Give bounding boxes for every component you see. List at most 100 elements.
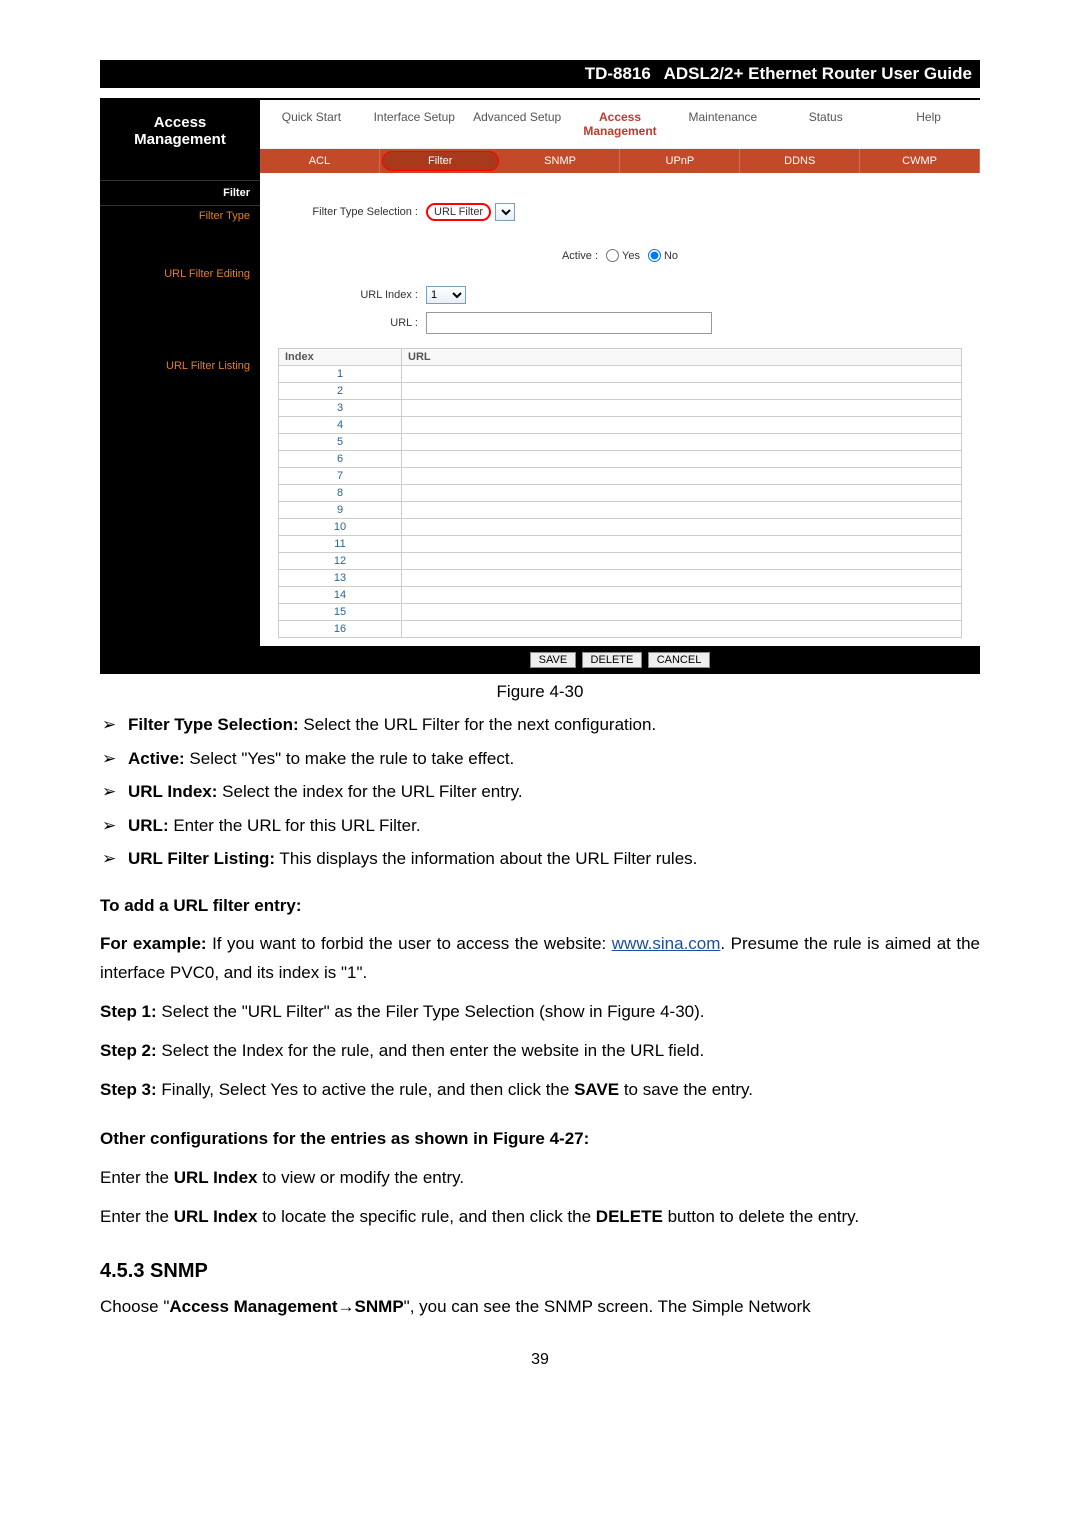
- table-cell-index: 13: [279, 570, 402, 587]
- bullet-item: URL Index: Select the index for the URL …: [128, 779, 980, 805]
- table-row: 14: [279, 587, 962, 604]
- step-1: Step 1: Select the "URL Filter" as the F…: [100, 998, 980, 1027]
- table-cell-url: [402, 434, 962, 451]
- table-cell-index: 12: [279, 553, 402, 570]
- top-nav-primary: Quick Start Interface Setup Advanced Set…: [260, 100, 980, 149]
- top-nav-secondary: ACL Filter SNMP UPnP DDNS CWMP: [260, 149, 980, 173]
- nav-interface-setup[interactable]: Interface Setup: [363, 100, 466, 148]
- table-cell-url: [402, 502, 962, 519]
- figure-caption: Figure 4-30: [100, 682, 980, 702]
- table-row: 11: [279, 536, 962, 553]
- save-button[interactable]: SAVE: [530, 652, 577, 668]
- active-no-text: No: [664, 250, 678, 262]
- filter-type-select[interactable]: [495, 203, 515, 221]
- url-index-label: URL Index :: [278, 289, 426, 301]
- table-cell-index: 5: [279, 434, 402, 451]
- table-cell-url: [402, 417, 962, 434]
- table-row: 12: [279, 553, 962, 570]
- table-row: 8: [279, 485, 962, 502]
- table-cell-url: [402, 570, 962, 587]
- sidebar-title: Access Management: [100, 100, 260, 180]
- table-cell-index: 16: [279, 621, 402, 638]
- table-cell-index: 14: [279, 587, 402, 604]
- col-index: Index: [279, 349, 402, 366]
- sidebar-label-url-filter-listing: URL Filter Listing: [100, 356, 260, 378]
- sidebar-label-url-filter-editing: URL Filter Editing: [100, 264, 260, 286]
- active-yes-text: Yes: [622, 250, 640, 262]
- col-url: URL: [402, 349, 962, 366]
- table-cell-index: 3: [279, 400, 402, 417]
- table-cell-index: 7: [279, 468, 402, 485]
- nav-quick-start[interactable]: Quick Start: [260, 100, 363, 148]
- subnav-upnp[interactable]: UPnP: [620, 149, 740, 173]
- table-cell-index: 11: [279, 536, 402, 553]
- url-index-select[interactable]: 1: [426, 286, 466, 304]
- nav-maintenance[interactable]: Maintenance: [671, 100, 774, 148]
- example-link[interactable]: www.sina.com: [612, 934, 721, 953]
- cancel-button[interactable]: CANCEL: [648, 652, 711, 668]
- table-cell-index: 9: [279, 502, 402, 519]
- other-line-2: Enter the URL Index to locate the specif…: [100, 1203, 980, 1232]
- table-row: 9: [279, 502, 962, 519]
- active-label: Active :: [562, 250, 598, 262]
- table-cell-url: [402, 587, 962, 604]
- table-cell-url: [402, 519, 962, 536]
- subnav-filter[interactable]: Filter: [382, 151, 499, 171]
- sidebar-label-filter: Filter: [100, 180, 260, 206]
- filter-type-highlight: URL Filter: [426, 203, 491, 221]
- table-cell-url: [402, 604, 962, 621]
- page-number: 39: [100, 1351, 980, 1369]
- table-cell-index: 8: [279, 485, 402, 502]
- table-cell-index: 2: [279, 383, 402, 400]
- step-3: Step 3: Finally, Select Yes to active th…: [100, 1076, 980, 1105]
- add-entry-heading: To add a URL filter entry:: [100, 892, 980, 921]
- table-row: 5: [279, 434, 962, 451]
- subnav-ddns[interactable]: DDNS: [740, 149, 860, 173]
- table-cell-index: 15: [279, 604, 402, 621]
- table-cell-url: [402, 366, 962, 383]
- other-line-1: Enter the URL Index to view or modify th…: [100, 1164, 980, 1193]
- snmp-paragraph: Choose "Access Management→SNMP", you can…: [100, 1293, 980, 1322]
- delete-button[interactable]: DELETE: [582, 652, 643, 668]
- table-row: 13: [279, 570, 962, 587]
- step-2: Step 2: Select the Index for the rule, a…: [100, 1037, 980, 1066]
- subnav-cwmp[interactable]: CWMP: [860, 149, 980, 173]
- url-label: URL :: [278, 317, 426, 329]
- nav-access-management[interactable]: Access Management: [569, 100, 672, 148]
- bullet-item: URL Filter Listing: This displays the in…: [128, 846, 980, 872]
- active-yes-radio[interactable]: [606, 249, 619, 262]
- nav-status[interactable]: Status: [774, 100, 877, 148]
- table-row: 2: [279, 383, 962, 400]
- url-input[interactable]: [426, 312, 712, 334]
- table-cell-url: [402, 485, 962, 502]
- nav-advanced-setup[interactable]: Advanced Setup: [466, 100, 569, 148]
- bullet-item: URL: Enter the URL for this URL Filter.: [128, 813, 980, 839]
- nav-help[interactable]: Help: [877, 100, 980, 148]
- page-header: TD-8816 ADSL2/2+ Ethernet Router User Gu…: [100, 60, 980, 88]
- active-no-radio[interactable]: [648, 249, 661, 262]
- subnav-snmp[interactable]: SNMP: [501, 149, 621, 173]
- subnav-acl[interactable]: ACL: [260, 149, 380, 173]
- table-cell-index: 6: [279, 451, 402, 468]
- table-row: 7: [279, 468, 962, 485]
- button-bar: SAVE DELETE CANCEL: [260, 646, 980, 674]
- router-screenshot: Access Management Filter Filter Type URL…: [100, 98, 980, 674]
- table-cell-url: [402, 536, 962, 553]
- sidebar: Access Management Filter Filter Type URL…: [100, 100, 260, 674]
- table-cell-url: [402, 400, 962, 417]
- example-paragraph: For example: If you want to forbid the u…: [100, 930, 980, 988]
- table-row: 16: [279, 621, 962, 638]
- table-row: 1: [279, 366, 962, 383]
- table-row: 10: [279, 519, 962, 536]
- bullet-list: Filter Type Selection: Select the URL Fi…: [100, 712, 980, 872]
- url-filter-table: Index URL 12345678910111213141516: [278, 348, 962, 638]
- table-cell-url: [402, 468, 962, 485]
- table-cell-url: [402, 383, 962, 400]
- table-row: 4: [279, 417, 962, 434]
- bullet-item: Active: Select "Yes" to make the rule to…: [128, 746, 980, 772]
- bullet-item: Filter Type Selection: Select the URL Fi…: [128, 712, 980, 738]
- table-row: 6: [279, 451, 962, 468]
- table-row: 15: [279, 604, 962, 621]
- table-cell-index: 1: [279, 366, 402, 383]
- sidebar-label-filter-type: Filter Type: [100, 206, 260, 228]
